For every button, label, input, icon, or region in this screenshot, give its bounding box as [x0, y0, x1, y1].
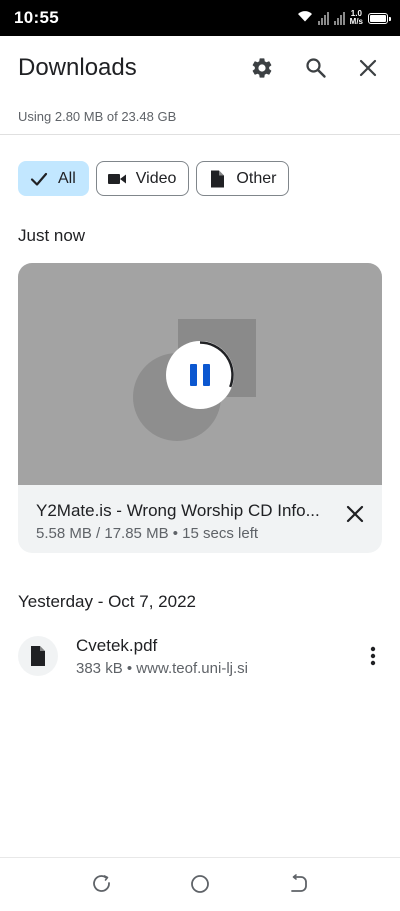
close-icon [346, 505, 364, 523]
network-speed: 1.0 M/s [350, 10, 363, 26]
file-icon [31, 646, 45, 666]
filter-chip-video[interactable]: Video [95, 161, 190, 196]
more-vert-icon [370, 646, 376, 666]
section-label-yesterday: Yesterday - Oct 7, 2022 [18, 592, 196, 611]
speed-unit: M/s [349, 17, 363, 26]
app-header: Downloads [0, 36, 400, 100]
back-button[interactable] [282, 868, 314, 900]
close-button[interactable] [350, 50, 386, 86]
filter-chip-all[interactable]: All [18, 161, 89, 196]
filter-chip-other[interactable]: Other [196, 161, 290, 196]
battery-icon [368, 12, 391, 24]
status-icons: 1.0 M/s [297, 8, 391, 28]
page-title: Downloads [18, 54, 137, 81]
download-name: Y2Mate.is - Wrong Worship CD Info... [36, 501, 320, 520]
nav-divider [0, 857, 400, 858]
download-card[interactable]: Y2Mate.is - Wrong Worship CD Info... 5.5… [18, 263, 382, 553]
filter-chips: All Video Other [18, 161, 290, 196]
home-button[interactable] [184, 868, 216, 900]
wifi-icon [297, 9, 313, 27]
cancel-download-button[interactable] [338, 497, 372, 531]
back-icon [291, 874, 307, 892]
check-icon [30, 172, 48, 186]
recents-button[interactable] [86, 868, 118, 900]
status-bar: 10:55 1.0 M/s [0, 0, 400, 36]
filter-chip-label: All [58, 169, 76, 187]
download-progress-text: 5.58 MB / 17.85 MB • 15 secs left [36, 525, 259, 542]
file-icon [211, 170, 225, 187]
storage-usage: Using 2.80 MB of 23.48 GB [18, 109, 177, 124]
recents-icon [93, 875, 110, 892]
close-icon [359, 59, 377, 77]
signal-icon [333, 11, 345, 25]
filter-chip-label: Video [135, 169, 177, 187]
filter-chip-label: Other [236, 169, 277, 187]
file-meta: 383 kB • www.teof.uni-lj.si [76, 660, 248, 677]
search-button[interactable] [298, 50, 334, 86]
file-thumbnail [18, 636, 58, 676]
status-time: 10:55 [14, 8, 59, 27]
signal-icon [317, 11, 329, 25]
home-icon [191, 875, 209, 893]
file-name: Cvetek.pdf [76, 636, 158, 655]
list-item[interactable]: Cvetek.pdf 383 kB • www.teof.uni-lj.si [0, 624, 400, 688]
section-label-just-now: Just now [18, 226, 86, 245]
settings-button[interactable] [244, 50, 280, 86]
header-divider [0, 134, 400, 135]
more-options-button[interactable] [358, 639, 388, 673]
pause-icon [190, 364, 210, 386]
download-thumbnail [18, 263, 382, 485]
videocam-icon [107, 173, 126, 184]
pause-button[interactable] [166, 341, 234, 409]
search-icon [306, 58, 326, 78]
gear-icon [252, 58, 272, 78]
